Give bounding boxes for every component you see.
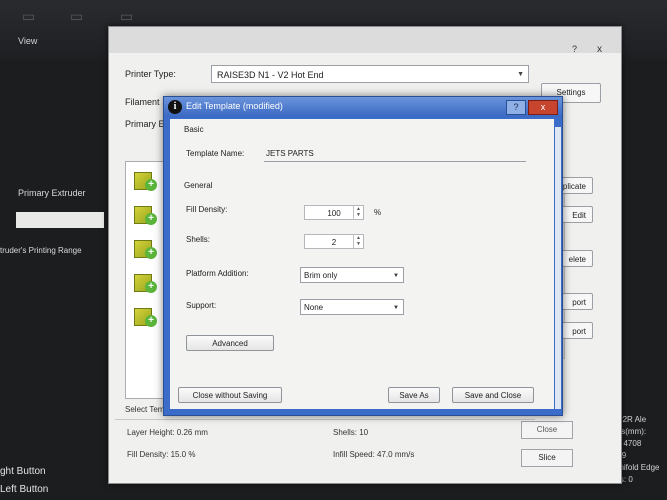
fill-density-value: 100 — [327, 209, 341, 218]
support-value: None — [304, 303, 324, 312]
stepper-arrows-icon[interactable]: ▲ ▼ — [353, 235, 363, 248]
edit-template-dialog: i Edit Template (modified) ? x Basic Tem… — [163, 96, 563, 416]
scrollbar[interactable] — [555, 127, 561, 409]
toolbar-icon[interactable]: ▭ — [120, 8, 133, 25]
general-section-label: General — [184, 181, 213, 190]
template-info: Layer Height: 0.26 mm Shells: 10 Fill De… — [115, 419, 535, 474]
template-cube-icon[interactable]: + — [134, 170, 158, 192]
printing-range-label: truder's Printing Range — [0, 246, 82, 255]
save-and-close-button[interactable]: Save and Close — [452, 387, 534, 403]
support-label: Support: — [186, 301, 217, 310]
basic-section-label: Basic — [184, 125, 204, 134]
printer-type-select[interactable]: RAISE3D N1 - V2 Hot End ▼ — [211, 65, 529, 83]
shells-info: Shells: 10 — [333, 428, 369, 437]
infill-speed-info: Infill Speed: 47.0 mm/s — [333, 450, 415, 459]
close-icon[interactable]: x — [597, 44, 602, 55]
close-without-saving-button[interactable]: Close without Saving — [178, 387, 282, 403]
close-icon[interactable]: x — [528, 100, 558, 115]
printer-type-label: Printer Type: — [125, 69, 176, 79]
chevron-down-icon: ▼ — [393, 273, 399, 279]
printer-type-value: RAISE3D N1 - V2 Hot End — [217, 70, 324, 80]
template-name-input[interactable]: JETS PARTS — [264, 147, 526, 162]
shells-stepper[interactable]: 2 ▲ ▼ — [304, 234, 364, 249]
toolbar-icon[interactable]: ▭ — [22, 8, 35, 25]
right-button-label: ght Button — [0, 466, 46, 477]
view-menu-label[interactable]: View — [18, 36, 37, 46]
left-button-label: Left Button — [0, 484, 49, 495]
chevron-down-icon: ▼ — [517, 71, 524, 78]
fill-density-label: Fill Density: — [186, 205, 228, 214]
template-name-label: Template Name: — [186, 149, 245, 158]
fill-density-unit: % — [374, 208, 382, 217]
edit-template-body: Basic Template Name: JETS PARTS General … — [170, 119, 554, 409]
template-cube-icon[interactable]: + — [134, 204, 158, 226]
template-cube-icon[interactable]: + — [134, 306, 158, 328]
shells-value: 2 — [331, 238, 337, 247]
shells-label: Shells: — [186, 235, 211, 244]
extruder-field[interactable] — [16, 212, 104, 228]
platform-addition-value: Brim only — [304, 271, 338, 280]
template-cube-icon[interactable]: + — [134, 238, 158, 260]
close-button[interactable]: Close — [521, 421, 573, 439]
support-select[interactable]: None ▼ — [300, 299, 404, 315]
help-icon[interactable]: ? — [506, 100, 526, 115]
layer-height-info: Layer Height: 0.26 mm — [127, 428, 208, 437]
filament-label: Filament — [125, 97, 160, 107]
toolbar-icon[interactable]: ▭ — [70, 8, 83, 25]
dialog-titlebar — [109, 27, 621, 53]
advanced-button[interactable]: Advanced — [186, 335, 274, 351]
stepper-arrows-icon[interactable]: ▲ ▼ — [353, 206, 363, 219]
chevron-down-icon: ▼ — [393, 305, 399, 311]
fill-density-stepper[interactable]: 100 ▲ ▼ — [304, 205, 364, 220]
save-as-button[interactable]: Save As — [388, 387, 440, 403]
select-template-label: Select Tem — [125, 405, 165, 414]
primary-extruder-label: Primary E — [125, 119, 165, 129]
info-icon: i — [168, 100, 182, 114]
platform-addition-select[interactable]: Brim only ▼ — [300, 267, 404, 283]
dialog-title: Edit Template (modified) — [186, 101, 283, 111]
help-icon[interactable]: ? — [572, 44, 577, 54]
template-cube-icon[interactable]: + — [134, 272, 158, 294]
primary-extruder-label: Primary Extruder — [18, 188, 86, 198]
fill-density-info: Fill Density: 15.0 % — [127, 450, 196, 459]
platform-addition-label: Platform Addition: — [186, 269, 249, 278]
slice-button[interactable]: Slice — [521, 449, 573, 467]
